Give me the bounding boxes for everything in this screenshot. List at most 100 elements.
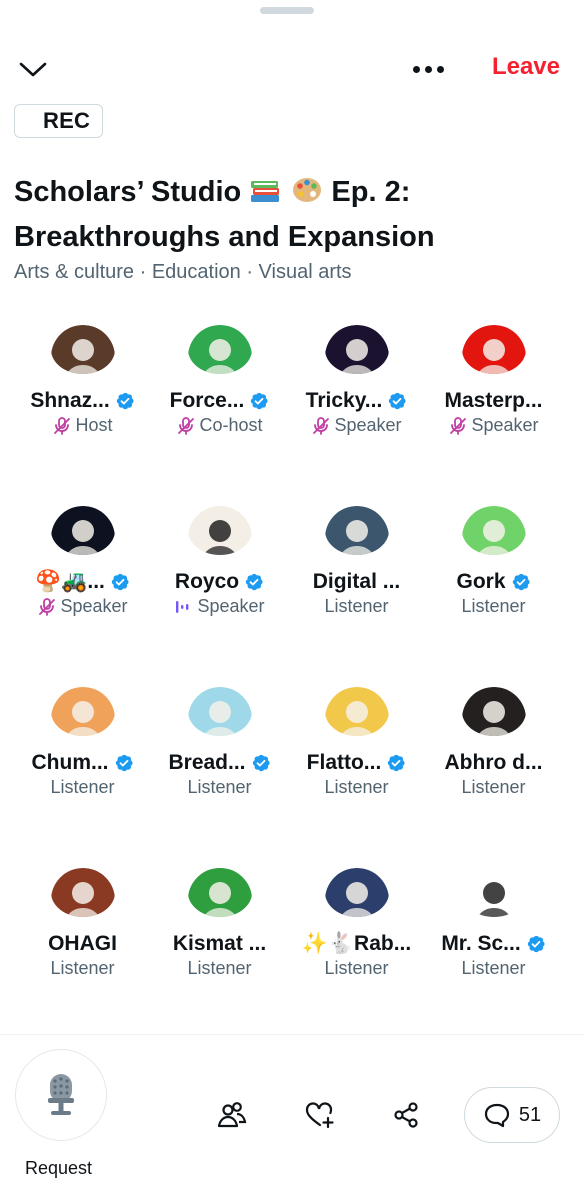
participant-name-row: Tricky... xyxy=(306,389,408,413)
participant-tile[interactable]: Royco Speaker xyxy=(151,506,288,617)
avatar[interactable] xyxy=(324,325,389,374)
participant-name: Kismat ... xyxy=(172,932,267,955)
books-icon xyxy=(249,175,283,217)
participant-name: Digital ... xyxy=(312,570,401,593)
participant-role: Listener xyxy=(324,958,389,978)
participant-role-row: Listener xyxy=(50,958,114,979)
participant-name: Shnaz... xyxy=(30,389,110,412)
participant-name: Masterp... xyxy=(444,389,543,412)
participant-tile[interactable]: Mr. Sc... Listener xyxy=(425,868,562,979)
participant-tile[interactable]: Tricky... Speaker xyxy=(288,325,425,436)
participant-role: Listener xyxy=(461,958,526,978)
participant-name: ✨🐇Rab... xyxy=(301,932,412,955)
participant-tile[interactable]: Kismat ... Listener xyxy=(151,868,288,979)
participant-role-row: Listener xyxy=(50,777,114,798)
avatar[interactable] xyxy=(461,687,526,736)
microphone-icon xyxy=(48,1074,74,1115)
avatar[interactable] xyxy=(50,506,115,555)
participant-name-row: Force... xyxy=(170,389,270,413)
participant-tile[interactable]: Digital ... Listener xyxy=(288,506,425,617)
participant-tile[interactable]: Shnaz... Host xyxy=(14,325,151,436)
request-label: Request xyxy=(25,1158,93,1178)
participant-role-row: Listener xyxy=(461,596,525,617)
participant-name-row: Chum... xyxy=(32,751,134,775)
verified-badge-icon xyxy=(245,573,263,591)
participant-role-row: Listener xyxy=(324,596,388,617)
comments-button[interactable]: 51 xyxy=(464,1087,560,1143)
avatar[interactable] xyxy=(461,506,526,555)
divider xyxy=(0,1034,585,1035)
participant-name: Gork xyxy=(456,570,506,593)
request-mic-button[interactable] xyxy=(15,1049,107,1141)
participant-role: Listener xyxy=(187,777,252,797)
verified-badge-icon xyxy=(527,935,545,953)
participant-name-row: Gork xyxy=(456,570,530,594)
chevron-down-icon xyxy=(19,62,47,77)
verified-badge-icon xyxy=(252,754,270,772)
participant-tile[interactable]: Gork Listener xyxy=(425,506,562,617)
verified-badge-icon xyxy=(251,392,268,410)
participant-role-row: Listener xyxy=(187,958,251,979)
participant-name: Chum... xyxy=(31,751,109,774)
space-title-main: Scholars’ Studio xyxy=(14,176,242,208)
participant-tile[interactable]: Flatto... Listener xyxy=(288,687,425,798)
participant-tile[interactable]: Bread... Listener xyxy=(151,687,288,798)
avatar[interactable] xyxy=(324,868,389,917)
more-options-button[interactable] xyxy=(405,52,451,86)
participant-tile[interactable]: Abhro d... Listener xyxy=(425,687,562,798)
participant-name: 🍄🚜... xyxy=(35,570,105,593)
participants-grid: Shnaz... Host Force... Co-host Tricky... Spea… xyxy=(14,325,562,979)
comments-count: 51 xyxy=(518,1103,542,1126)
avatar[interactable] xyxy=(324,687,389,736)
verified-badge-icon xyxy=(111,573,129,591)
avatar[interactable] xyxy=(461,325,526,374)
participant-name: Bread... xyxy=(168,751,246,774)
participant-tile[interactable]: ✨🐇Rab... Listener xyxy=(288,868,425,979)
collapse-button[interactable] xyxy=(16,52,50,86)
participant-role-row: Listener xyxy=(324,958,388,979)
participant-tile[interactable]: 🍄🚜... Speaker xyxy=(14,506,151,617)
participant-tile[interactable]: Masterp... Speaker xyxy=(425,325,562,436)
avatar[interactable] xyxy=(324,506,389,555)
avatar[interactable] xyxy=(461,868,526,917)
avatar[interactable] xyxy=(50,687,115,736)
share-button[interactable] xyxy=(386,1095,426,1135)
comment-bubble-icon xyxy=(484,1103,509,1128)
participant-role: Listener xyxy=(50,777,115,797)
participant-tile[interactable]: Force... Co-host xyxy=(151,325,288,436)
palette-icon xyxy=(291,175,323,217)
avatar[interactable] xyxy=(187,506,252,555)
drag-handle[interactable] xyxy=(260,7,314,14)
avatar[interactable] xyxy=(50,325,115,374)
share-icon xyxy=(394,1102,418,1128)
avatar[interactable] xyxy=(50,868,115,917)
participant-role: Speaker xyxy=(471,415,539,435)
avatar[interactable] xyxy=(187,325,252,374)
participant-tile[interactable]: OHAGI Listener xyxy=(14,868,151,979)
avatar[interactable] xyxy=(187,868,252,917)
participant-role: Listener xyxy=(324,596,389,616)
leave-button[interactable]: Leave xyxy=(492,53,560,81)
verified-badge-icon xyxy=(116,392,134,410)
participant-name: Mr. Sc... xyxy=(441,932,521,955)
space-title: Scholars’ Studio Ep. 2: Breakthroughs an… xyxy=(14,172,554,258)
reaction-button[interactable] xyxy=(300,1095,340,1135)
participant-tile[interactable]: Chum... Listener xyxy=(14,687,151,798)
participant-name-row: OHAGI xyxy=(48,932,117,956)
speaking-indicator-icon xyxy=(176,600,189,613)
participant-role: Co-host xyxy=(199,415,263,435)
participant-name-row: 🍄🚜... xyxy=(35,570,130,594)
participant-name: Royco xyxy=(174,570,240,593)
space-topics[interactable]: Arts & culture · Education · Visual arts xyxy=(14,261,352,284)
participant-role-row: Speaker xyxy=(37,596,128,617)
participant-name-row: Flatto... xyxy=(307,751,407,775)
people-button[interactable] xyxy=(212,1095,252,1135)
participant-role-row: Listener xyxy=(461,777,525,798)
participant-name-row: Digital ... xyxy=(313,570,401,594)
participant-role: Speaker xyxy=(60,596,128,616)
participant-name: Tricky... xyxy=(305,389,383,412)
recording-dot xyxy=(25,116,35,126)
participant-name-row: Abhro d... xyxy=(445,751,543,775)
heart-plus-icon xyxy=(305,1102,334,1129)
avatar[interactable] xyxy=(187,687,252,736)
